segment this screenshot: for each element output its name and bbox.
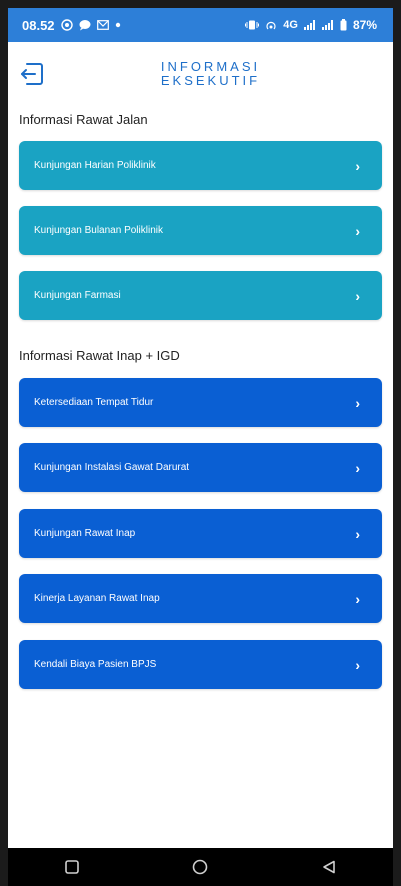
menu-label: Ketersediaan Tempat Tidur: [34, 397, 154, 408]
vibrate-icon: [245, 20, 260, 30]
chevron-right-icon: ›: [355, 459, 360, 476]
chevron-right-icon: ›: [355, 656, 360, 673]
network-type-label: 4G: [283, 19, 298, 31]
system-nav-bar: [8, 848, 393, 886]
page-title-line1: INFORMASI: [160, 59, 261, 74]
menu-label: Kunjungan Rawat Inap: [34, 528, 136, 539]
section-label-rawat-jalan: Informasi Rawat Jalan: [19, 112, 148, 127]
triangle-back-icon: [323, 860, 335, 874]
menu-kendali-biaya-bpjs[interactable]: Kendali Biaya Pasien BPJS ›: [19, 640, 382, 689]
chevron-right-icon: ›: [355, 394, 360, 411]
hotspot-icon: [265, 20, 277, 31]
page-title: INFORMASI EKSEKUTIF: [8, 60, 393, 88]
menu-kunjungan-farmasi[interactable]: Kunjungan Farmasi ›: [19, 271, 382, 320]
status-time: 08.52: [22, 17, 55, 33]
chevron-right-icon: ›: [355, 287, 360, 304]
app-screen: 08.52 4G 87% INFORMASI EKSEKUTIF Informa…: [8, 8, 393, 848]
square-icon: [65, 860, 79, 874]
battery-percent: 87%: [352, 18, 377, 32]
signal-2-icon: [321, 20, 334, 30]
status-bar: 08.52 4G 87%: [8, 8, 393, 42]
menu-kunjungan-rawat-inap[interactable]: Kunjungan Rawat Inap ›: [19, 509, 382, 558]
menu-label: Kunjungan Harian Poliklinik: [34, 160, 156, 171]
nav-home-button[interactable]: [180, 852, 220, 882]
whatsapp-icon: [60, 19, 73, 31]
chat-bubble-icon: [79, 19, 91, 31]
menu-label: Kunjungan Farmasi: [34, 290, 121, 301]
chevron-right-icon: ›: [355, 590, 360, 607]
menu-label: Kunjungan Instalasi Gawat Darurat: [34, 462, 190, 473]
signal-icon: [303, 20, 316, 30]
menu-kinerja-layanan-rawat-inap[interactable]: Kinerja Layanan Rawat Inap ›: [19, 574, 382, 623]
page-title-line2: EKSEKUTIF: [160, 73, 261, 88]
gmail-icon: [96, 20, 109, 30]
nav-recent-button[interactable]: [52, 852, 92, 882]
notification-dot-icon: [115, 22, 121, 28]
status-left: 08.52: [22, 18, 121, 33]
chevron-right-icon: ›: [355, 157, 360, 174]
nav-back-button[interactable]: [309, 852, 349, 882]
section-label-rawat-inap: Informasi Rawat Inap + IGD: [19, 348, 180, 363]
menu-kunjungan-harian-poliklinik[interactable]: Kunjungan Harian Poliklinik ›: [19, 141, 382, 190]
menu-label: Kinerja Layanan Rawat Inap: [34, 593, 160, 604]
chevron-right-icon: ›: [355, 222, 360, 239]
circle-icon: [193, 859, 208, 875]
menu-label: Kendali Biaya Pasien BPJS: [34, 659, 157, 670]
menu-label: Kunjungan Bulanan Poliklinik: [34, 225, 163, 236]
menu-kunjungan-bulanan-poliklinik[interactable]: Kunjungan Bulanan Poliklinik ›: [19, 206, 382, 255]
chevron-right-icon: ›: [355, 525, 360, 542]
status-right: 4G 87%: [245, 18, 377, 32]
menu-ketersediaan-tempat-tidur[interactable]: Ketersediaan Tempat Tidur ›: [19, 378, 382, 427]
page-header: INFORMASI EKSEKUTIF: [8, 42, 393, 104]
battery-icon: [340, 19, 347, 31]
menu-kunjungan-igd[interactable]: Kunjungan Instalasi Gawat Darurat ›: [19, 443, 382, 492]
